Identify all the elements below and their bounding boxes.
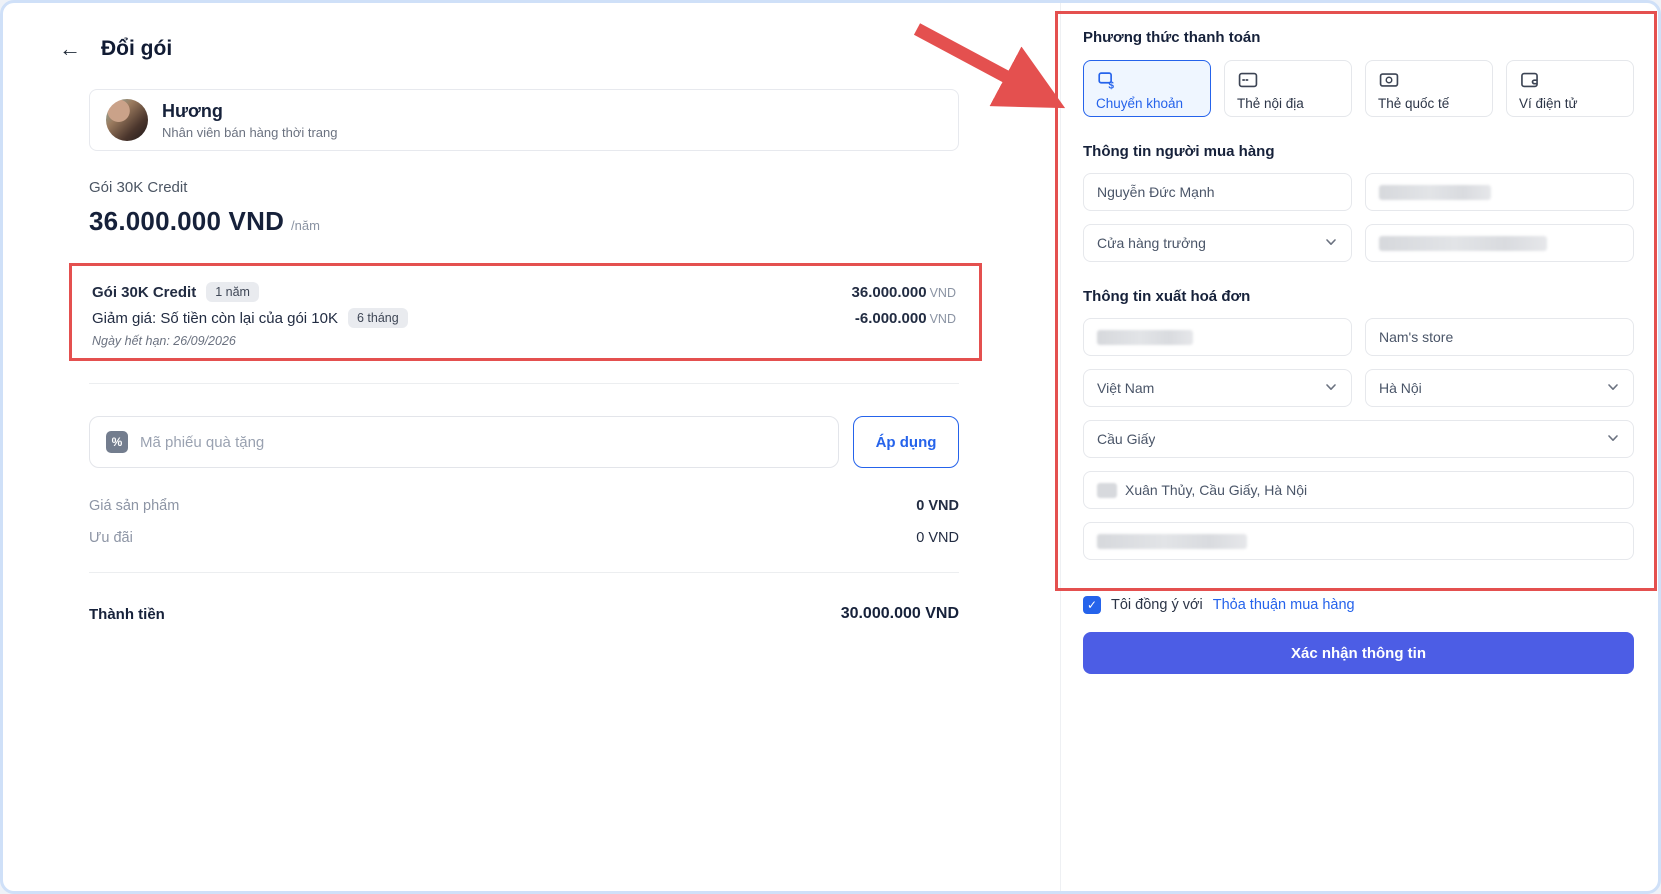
total-value: 30.000.000 VND [840, 605, 959, 622]
app-window: ← Đổi gói Hương Nhân viên bán hàng thời … [0, 0, 1661, 894]
svg-text:$: $ [1108, 80, 1114, 91]
plan-name: Gói 30K Credit [89, 179, 188, 196]
payment-method-list: $ Chuyển khoản Thẻ nội địa Thẻ quốc tế V… [1083, 60, 1634, 117]
order-item-row: Giảm giá: Số tiền còn lại của gói 10K 6 … [92, 308, 956, 328]
buyer-name-input[interactable]: Nguyễn Đức Mạnh [1083, 173, 1352, 211]
agreement-text: Tôi đồng ý với [1111, 597, 1203, 613]
redacted-value [1379, 235, 1547, 251]
voucher-input[interactable] [140, 433, 822, 451]
summary-row: Giá sản phẩm 0 VND [89, 498, 959, 514]
agreement-link[interactable]: Thỏa thuận mua hàng [1213, 597, 1355, 613]
bank-transfer-icon: $ [1096, 69, 1198, 96]
redacted-value [1097, 533, 1247, 549]
total-row: Thành tiền 30.000.000 VND [89, 605, 959, 623]
invoice-country-select[interactable]: Việt Nam [1083, 369, 1352, 407]
page-header: ← Đổi gói [59, 37, 959, 61]
divider [89, 572, 959, 573]
invoice-address-input[interactable]: Xuân Thủy, Cầu Giấy, Hà Nội [1083, 471, 1634, 509]
payment-method-label: Thẻ quốc tế [1378, 96, 1450, 111]
divider [89, 383, 959, 384]
chevron-down-icon [1324, 235, 1338, 252]
user-name: Hương [162, 101, 223, 122]
payment-method-label: Ví điện tử [1519, 96, 1578, 111]
payment-method-label: Chuyển khoản [1096, 96, 1184, 111]
order-item-duration-badge: 1 năm [206, 282, 259, 302]
back-icon[interactable]: ← [59, 38, 81, 60]
invoice-city-select[interactable]: Hà Nội [1365, 369, 1634, 407]
apply-voucher-button[interactable]: Áp dụng [853, 416, 959, 468]
buyer-role-select[interactable]: Cửa hàng trưởng [1083, 224, 1352, 262]
expiry-note: Ngày hết hạn: 26/09/2026 [92, 334, 236, 348]
payment-method-e-wallet[interactable]: Ví điện tử [1506, 60, 1634, 117]
summary-value: 0 VND [916, 498, 959, 514]
payment-methods-title: Phương thức thanh toán [1083, 29, 1261, 46]
buyer-info-title: Thông tin người mua hàng [1083, 143, 1275, 160]
avatar [106, 99, 148, 141]
summary-row: Ưu đãi 0 VND [89, 530, 959, 546]
invoice-district-select[interactable]: Cầu Giấy [1083, 420, 1634, 458]
domestic-card-icon [1237, 69, 1339, 96]
order-item-amount: -6.000.000 VND [854, 309, 956, 327]
chevron-down-icon [1606, 380, 1620, 397]
international-card-icon [1378, 69, 1480, 96]
invoice-email-input[interactable] [1083, 522, 1634, 560]
order-item-row: Gói 30K Credit 1 năm 36.000.000 VND [92, 282, 956, 302]
summary-label: Ưu đãi [89, 530, 133, 546]
summary-value: 0 VND [916, 530, 959, 546]
redacted-value [1097, 329, 1193, 345]
payment-method-bank-transfer[interactable]: $ Chuyển khoản [1083, 60, 1211, 117]
order-items-annotated-box: Gói 30K Credit 1 năm 36.000.000 VND Giảm … [69, 263, 982, 361]
order-item-label: Gói 30K Credit [92, 283, 197, 301]
invoice-tax-input[interactable] [1083, 318, 1352, 356]
order-panel: ← Đổi gói Hương Nhân viên bán hàng thời … [3, 3, 1061, 891]
e-wallet-icon [1519, 69, 1621, 96]
buyer-phone-input[interactable] [1365, 173, 1634, 211]
chevron-down-icon [1324, 380, 1338, 397]
payment-panel: Phương thức thanh toán $ Chuyển khoản Th… [1055, 3, 1658, 891]
payment-method-international-card[interactable]: Thẻ quốc tế [1365, 60, 1493, 117]
page-title: Đổi gói [101, 37, 173, 60]
redacted-value [1097, 482, 1117, 498]
plan-price: 36.000.000 VND [89, 206, 285, 236]
order-item-duration-badge: 6 tháng [347, 308, 408, 328]
user-card: Hương Nhân viên bán hàng thời trang [89, 89, 959, 151]
coupon-icon: % [106, 431, 128, 453]
confirm-button[interactable]: Xác nhận thông tin [1083, 632, 1634, 674]
invoice-info-title: Thông tin xuất hoá đơn [1083, 288, 1251, 305]
agreement-row: ✓ Tôi đồng ý với Thỏa thuận mua hàng [1083, 596, 1634, 614]
payment-method-domestic-card[interactable]: Thẻ nội địa [1224, 60, 1352, 117]
chevron-down-icon [1606, 431, 1620, 448]
payment-method-label: Thẻ nội địa [1237, 96, 1304, 111]
redacted-value [1379, 184, 1491, 200]
order-item-amount: 36.000.000 VND [851, 283, 956, 301]
agreement-checkbox[interactable]: ✓ [1083, 596, 1101, 614]
buyer-email-input[interactable] [1365, 224, 1634, 262]
summary-label: Giá sản phẩm [89, 498, 180, 514]
total-label: Thành tiền [89, 605, 165, 623]
order-item-label: Giảm giá: Số tiền còn lại của gói 10K [92, 309, 338, 327]
voucher-field: % [89, 416, 839, 468]
invoice-store-input[interactable]: Nam's store [1365, 318, 1634, 356]
plan-period: /năm [291, 218, 320, 233]
user-role: Nhân viên bán hàng thời trang [162, 124, 338, 140]
